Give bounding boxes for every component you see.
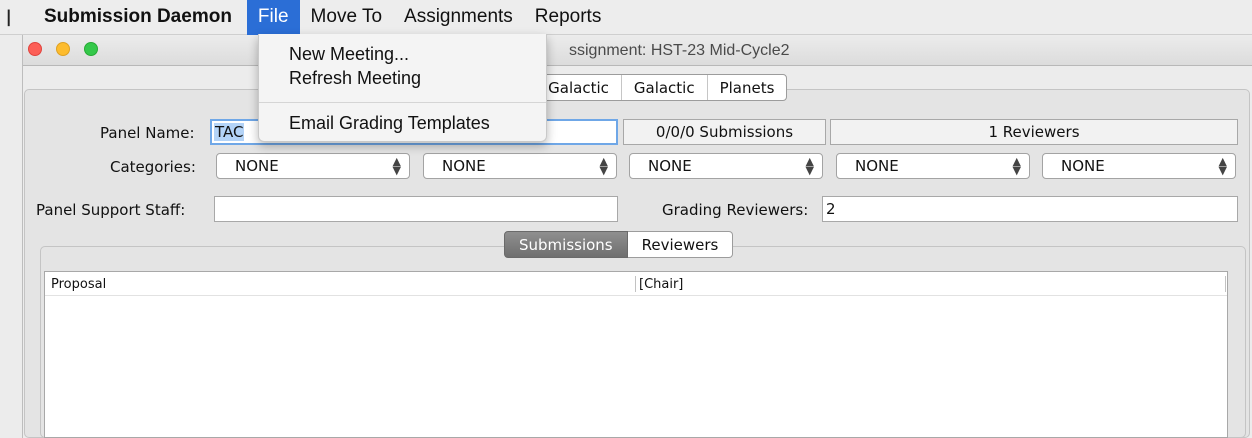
minimize-window-button[interactable] xyxy=(56,42,70,56)
category-select-3-value: NONE xyxy=(648,157,692,175)
chevron-updown-icon: ▲ ▼ xyxy=(599,155,608,177)
category-tabs: a-Galactic Galactic Planets xyxy=(514,74,788,101)
menu-file[interactable]: File xyxy=(246,0,300,35)
tab-reviewers[interactable]: Reviewers xyxy=(627,231,734,258)
menu-bar: ❘ Submission Daemon File Move To Assignm… xyxy=(0,0,1252,35)
chevron-updown-icon: ▲ ▼ xyxy=(805,155,814,177)
category-select-4[interactable]: NONE ▲ ▼ xyxy=(836,153,1030,179)
menu-item-new-meeting[interactable]: New Meeting... xyxy=(289,44,409,65)
menu-separator xyxy=(259,102,546,103)
submissions-count: 0/0/0 Submissions xyxy=(623,119,826,145)
column-header-chair[interactable]: [Chair] xyxy=(639,277,683,292)
inner-tabs: Submissions Reviewers xyxy=(504,231,734,258)
tab-submissions[interactable]: Submissions xyxy=(504,231,628,258)
category-select-3[interactable]: NONE ▲ ▼ xyxy=(629,153,823,179)
category-select-2[interactable]: NONE ▲ ▼ xyxy=(423,153,617,179)
tab-planets[interactable]: Planets xyxy=(706,75,787,100)
menu-item-refresh-meeting[interactable]: Refresh Meeting xyxy=(289,68,421,89)
chevron-updown-icon: ▲ ▼ xyxy=(392,155,401,177)
grading-reviewers-field[interactable]: 2 xyxy=(822,196,1238,222)
file-dropdown-menu: New Meeting... Refresh Meeting Email Gra… xyxy=(258,34,547,142)
support-staff-label: Panel Support Staff: xyxy=(36,201,186,219)
window-titlebar: ssignment: HST-23 Mid-Cycle2 xyxy=(23,35,1252,66)
menu-item-email-grading-templates[interactable]: Email Grading Templates xyxy=(289,113,490,134)
tab-galactic[interactable]: Galactic xyxy=(620,75,707,100)
chevron-updown-icon: ▲ ▼ xyxy=(1012,155,1021,177)
column-divider xyxy=(635,276,636,292)
support-staff-field[interactable] xyxy=(214,196,618,222)
menu-reports[interactable]: Reports xyxy=(524,0,613,35)
category-select-4-value: NONE xyxy=(855,157,899,175)
window-title: ssignment: HST-23 Mid-Cycle2 xyxy=(569,42,790,59)
maximize-window-button[interactable] xyxy=(84,42,98,56)
menu-assignments[interactable]: Assignments xyxy=(393,0,524,35)
category-select-1[interactable]: NONE ▲ ▼ xyxy=(216,153,410,179)
column-divider xyxy=(1225,276,1226,292)
column-header-proposal[interactable]: Proposal xyxy=(51,277,106,292)
category-select-5[interactable]: NONE ▲ ▼ xyxy=(1042,153,1236,179)
categories-label: Categories: xyxy=(110,158,196,176)
panel-name-label: Panel Name: xyxy=(100,124,195,142)
submissions-table[interactable]: Proposal [Chair] xyxy=(44,271,1228,438)
panel-name-value: TAC xyxy=(214,123,245,141)
apple-menu-icon[interactable]: ❘ xyxy=(2,7,15,27)
table-header: Proposal [Chair] xyxy=(45,272,1227,296)
grading-reviewers-label: Grading Reviewers: xyxy=(662,201,809,219)
category-select-1-value: NONE xyxy=(235,157,279,175)
chevron-updown-icon: ▲ ▼ xyxy=(1218,155,1227,177)
category-select-2-value: NONE xyxy=(442,157,486,175)
menu-move-to[interactable]: Move To xyxy=(300,0,393,35)
app-menu[interactable]: Submission Daemon xyxy=(44,6,232,28)
close-window-button[interactable] xyxy=(28,42,42,56)
reviewers-count: 1 Reviewers xyxy=(830,119,1238,145)
category-select-5-value: NONE xyxy=(1061,157,1105,175)
